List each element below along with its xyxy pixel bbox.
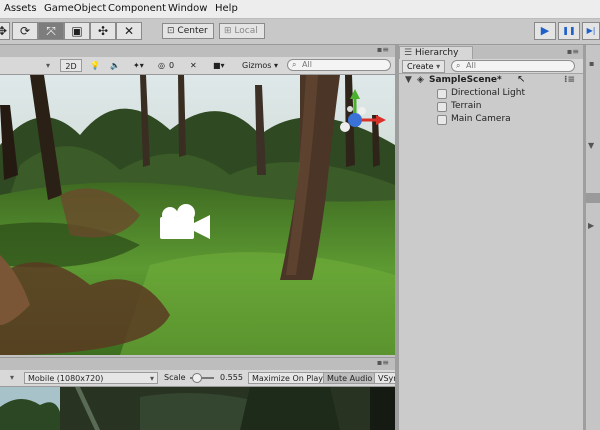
hierarchy-item[interactable]: Directional Light [399, 87, 583, 100]
resolution-label: Mobile (1080x720) [28, 374, 104, 383]
center-icon: ⊡ [167, 26, 175, 36]
gizmos-dropdown[interactable]: Gizmos [242, 59, 271, 72]
hierarchy-tree: ▼ ◈ SampleScene* ⁝≡ Directional Light Te… [399, 74, 583, 430]
mute-audio-toggle[interactable]: Mute Audio [323, 372, 377, 384]
scale-label: Scale [164, 373, 186, 382]
gizmos-arrow-icon[interactable]: ▾ [274, 59, 278, 72]
hierarchy-item-label: Directional Light [451, 88, 525, 98]
scene-tab-bar: ▪≡ [0, 45, 395, 57]
pause-button[interactable]: ❚❚ [558, 22, 580, 40]
slider-thumb[interactable] [192, 373, 202, 383]
hand-tool-button[interactable]: ✥ [0, 22, 10, 40]
effects-icon[interactable]: ✦▾ [133, 59, 144, 72]
pause-icon: ❚❚ [562, 26, 576, 35]
scale-tool-button[interactable]: ⤧ [38, 22, 64, 40]
inspector-scrollbar[interactable] [586, 193, 600, 203]
hierarchy-item-label: Terrain [451, 101, 482, 111]
rotate-tool-button[interactable]: ⟳ [12, 22, 38, 40]
step-icon: ▶| [586, 26, 596, 35]
rect-tool-icon: ▣ [71, 24, 83, 38]
game-tab-bar: ▪≡ [0, 357, 395, 370]
space-label: Local [234, 26, 258, 36]
hierarchy-search-input[interactable]: ⌕ All [451, 60, 575, 72]
panel-menu-icon[interactable]: ▪≡ [377, 45, 389, 54]
play-icon: ▶ [540, 24, 550, 37]
scene-toolbar: ▾ 2D 💡 🔈 ✦▾ ◎ 0 ✕ ■▾ Gizmos ▾ ⌕ All [0, 57, 395, 75]
hierarchy-tab-label: Hierarchy [414, 48, 459, 58]
inspector-lock-icon[interactable]: ▪ [589, 59, 594, 68]
hierarchy-search-icon: ⌕ [456, 61, 461, 70]
hierarchy-menu-icon[interactable]: ▪≡ [567, 47, 579, 56]
hierarchy-item-label: Main Camera [451, 114, 511, 124]
display-dropdown-arrow[interactable]: ▾ [10, 372, 14, 384]
hierarchy-search-placeholder: All [466, 61, 476, 70]
hierarchy-item[interactable]: Terrain [399, 100, 583, 113]
main-toolbar: ✥ ⟳ ⤧ ▣ ✣ ✕ ⊡ Center ⊞ Local ▶ ❚❚ ▶| [0, 19, 600, 45]
tools-icon[interactable]: ✕ [190, 59, 197, 72]
inspector-expand-icon[interactable]: ▼ [588, 141, 594, 150]
mode-2d-toggle[interactable]: 2D [60, 59, 82, 72]
game-render [0, 387, 395, 430]
game-panel-menu-icon[interactable]: ▪≡ [377, 358, 389, 367]
scene-name: SampleScene* [429, 75, 502, 85]
local-icon: ⊞ [224, 26, 232, 36]
gameobject-icon [437, 89, 447, 99]
menu-assets[interactable]: Assets [4, 3, 37, 14]
search-icon: ⌕ [292, 60, 297, 69]
menu-component[interactable]: Component [108, 3, 166, 14]
vsync-toggle[interactable]: VSyr [374, 372, 396, 384]
hidden-objects-icon[interactable]: ◎ [158, 59, 165, 72]
game-toolbar: ▾ Mobile (1080x720) ▾ Scale 0.555 Maximi… [0, 370, 396, 387]
hierarchy-tab-strip: ▪≡ [473, 46, 583, 59]
game-view[interactable] [0, 387, 395, 430]
transform-tool-button[interactable]: ✣ [90, 22, 116, 40]
fx-count: 0 [169, 61, 175, 70]
audio-icon[interactable]: 🔈 [110, 59, 120, 72]
scene-search-placeholder: All [302, 60, 312, 69]
create-dropdown[interactable]: Create ▾ [402, 60, 446, 73]
tab-hierarchy[interactable]: ☰ Hierarchy [399, 46, 473, 59]
hierarchy-toolbar: Create ▾ ⌕ All [399, 59, 583, 74]
step-button[interactable]: ▶| [582, 22, 600, 40]
create-arrow-icon: ▾ [436, 62, 441, 71]
inspector-panel: ▪ ▼ ▶ [586, 45, 600, 430]
lighting-icon[interactable]: 💡 [90, 59, 100, 72]
pivot-toggle[interactable]: ⊡ Center [162, 23, 214, 39]
scale-value: 0.555 [220, 373, 243, 382]
dropdown-arrow-icon: ▾ [149, 374, 154, 383]
hierarchy-item[interactable]: Main Camera [399, 113, 583, 126]
space-toggle[interactable]: ⊞ Local [219, 23, 265, 39]
scene-menu-icon[interactable]: ⁝≡ [564, 74, 575, 87]
create-label: Create [407, 62, 434, 71]
hand-tool-icon: ✥ [0, 24, 8, 38]
menu-bar: Assets GameObject Component Window Help [0, 0, 600, 19]
shading-dropdown-arrow[interactable]: ▾ [46, 59, 50, 72]
transform-tool-icon: ✣ [97, 24, 109, 38]
unity-scene-icon: ◈ [417, 75, 424, 85]
menu-window[interactable]: Window [168, 3, 207, 14]
gameobject-icon [437, 102, 447, 112]
resolution-dropdown[interactable]: Mobile (1080x720) ▾ [24, 372, 158, 384]
custom-tool-button[interactable]: ✕ [116, 22, 142, 40]
rotate-tool-icon: ⟳ [19, 24, 31, 38]
scale-tool-icon: ⤧ [46, 24, 56, 38]
gameobject-icon [437, 115, 447, 125]
expand-arrow-icon[interactable]: ▼ [405, 74, 412, 87]
menu-gameobject[interactable]: GameObject [44, 3, 106, 14]
scene-view[interactable] [0, 75, 395, 355]
camera-settings-icon[interactable]: ■▾ [213, 59, 225, 72]
play-button[interactable]: ▶ [534, 22, 556, 40]
hierarchy-icon: ☰ [404, 48, 413, 58]
scene-search-input[interactable]: ⌕ All [287, 59, 391, 71]
inspector-expand-icon[interactable]: ▶ [588, 221, 594, 230]
pivot-label: Center [177, 26, 208, 36]
maximize-on-play-toggle[interactable]: Maximize On Play [248, 372, 328, 384]
custom-tool-icon: ✕ [123, 24, 135, 38]
rect-tool-button[interactable]: ▣ [64, 22, 90, 40]
scale-slider[interactable] [190, 372, 214, 384]
scene-root-row[interactable]: ▼ ◈ SampleScene* ⁝≡ [399, 74, 583, 87]
forest-scene-render [0, 75, 395, 355]
menu-help[interactable]: Help [215, 3, 238, 14]
mouse-cursor-icon: ↖ [517, 74, 526, 85]
